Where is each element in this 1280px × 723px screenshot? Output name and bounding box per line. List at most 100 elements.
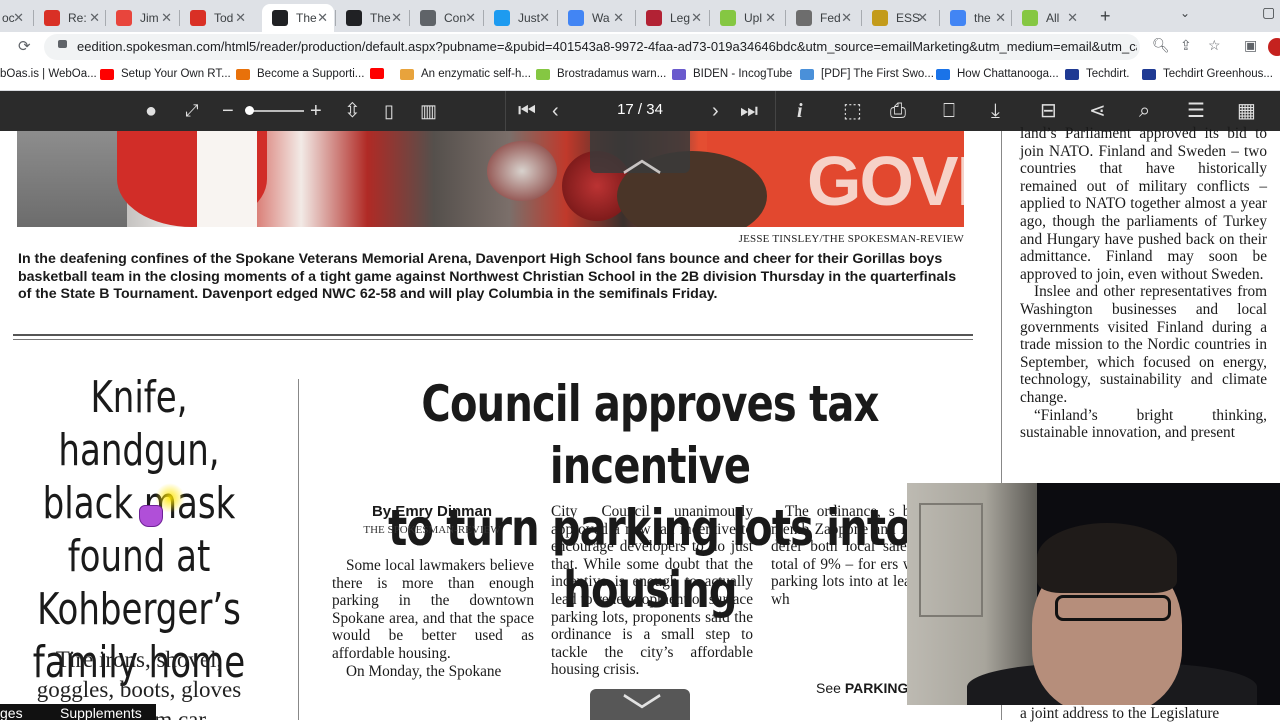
browser-tab[interactable]: Fed ✕ [786,4,858,32]
info-icon[interactable]: i [797,99,803,123]
close-tab-icon[interactable]: ✕ [691,10,702,26]
flag-icon [646,10,662,26]
close-tab-icon[interactable]: ✕ [235,10,246,26]
list-icon[interactable]: ☰ [1187,99,1205,123]
browser-tab[interactable]: ESS ✕ [862,4,934,32]
bookmark-item[interactable]: bOas.is | WebOa... [0,68,97,80]
browser-tab[interactable]: Tod ✕ [180,4,252,32]
close-tab-icon[interactable]: ✕ [161,10,172,26]
tab-separator [105,10,106,26]
bookmark-item[interactable]: BIDEN - IncogTube [672,68,792,80]
browser-tab[interactable]: Re: ✕ [34,4,106,32]
download-icon[interactable]: ⤓ [991,99,1000,123]
window-restore-icon[interactable]: ▢ [1262,4,1275,21]
zoom-out-icon[interactable]: − [222,99,234,123]
share-icon[interactable]: ⋖ [1089,99,1106,123]
section-tab-pages[interactable]: ges [0,704,23,722]
zoom-icon[interactable]: 🔍︎ [1152,37,1170,54]
browser-tab[interactable]: Con ✕ [410,4,482,32]
photo-cheerleader [197,131,257,227]
bookmark-favicon [1065,68,1079,80]
bookmark-item[interactable]: Become a Supporti... [236,68,364,80]
browser-tab[interactable]: The ✕ [262,4,334,32]
close-tab-icon[interactable]: ✕ [613,10,624,26]
browser-tab[interactable]: All ✕ [1012,4,1084,32]
tab-separator [483,10,484,26]
bookmark-item[interactable]: [PDF] The First Swo... [800,68,934,80]
globe-icon [420,10,436,26]
archive-icon[interactable]: ⊟ [1040,99,1057,123]
section-tab-supplements[interactable]: Supplements [60,704,142,722]
close-tab-icon[interactable]: ✕ [765,10,776,26]
close-tab-icon[interactable]: ✕ [539,10,550,26]
clip-icon[interactable]: ⬚ [843,99,862,123]
next-page-icon[interactable]: › [712,99,719,123]
close-tab-icon[interactable]: ✕ [391,10,402,26]
close-tab-icon[interactable]: ✕ [841,10,852,26]
scroll-down-button[interactable]: ﹀ [590,689,690,720]
user-icon[interactable]: ● [145,99,157,123]
fit-page-icon[interactable]: ⇳ [344,99,361,123]
zoom-in-icon[interactable]: + [310,99,322,123]
zoom-slider-knob[interactable] [245,106,254,115]
bookmark-icon[interactable]: ⎕ [943,99,955,123]
close-tab-icon[interactable]: ✕ [1067,10,1078,26]
lock-icon[interactable] [58,40,67,48]
grid-icon[interactable]: ▦ [1237,99,1256,123]
rumble-icon [1022,10,1038,26]
star-icon[interactable]: ☆ [1208,37,1221,54]
zoom-slider-track[interactable] [248,110,304,112]
double-page-icon[interactable]: ▥ [420,99,437,123]
sidepanel-icon[interactable]: ▣ [1244,37,1257,54]
browser-tab[interactable]: Jim ✕ [106,4,178,32]
paragraph: On Monday, the Spokane [346,662,502,680]
fed-icon [796,10,812,26]
headline-line: black mask [42,478,236,529]
bookmark-item[interactable]: Techdirt Greenhous... [1142,68,1273,80]
tab-separator [861,10,862,26]
close-tab-icon[interactable]: ✕ [995,10,1006,26]
profile-avatar[interactable] [1268,38,1280,56]
close-tab-icon[interactable]: ✕ [917,10,928,26]
bookmark-item[interactable]: Setup Your Own RT... [100,68,231,80]
browser-tab[interactable]: Upl ✕ [710,4,782,32]
address-bar[interactable]: eedition.spokesman.com/html5/reader/prod… [44,34,1140,60]
close-tab-icon[interactable]: ✕ [13,10,24,26]
scroll-up-button[interactable]: ︿ [590,131,690,180]
bookmark-item[interactable]: Brostradamus warn... [536,68,666,80]
first-page-icon[interactable]: ⏮ [518,99,536,123]
toolbar-divider [775,91,776,131]
browser-tab[interactable]: Wa ✕ [558,4,630,32]
tab-search-icon[interactable]: ⌄ [1180,6,1190,20]
close-tab-icon[interactable]: ✕ [317,10,328,26]
url-text[interactable]: eedition.spokesman.com/html5/reader/prod… [77,39,1137,54]
single-page-icon[interactable]: ▯ [384,99,394,123]
browser-tab[interactable]: Leg ✕ [636,4,708,32]
newspaper-page[interactable]: GOVE ︿ JESSE TINSLEY/THE SPOKESMAN-REVIE… [0,131,1000,720]
fullscreen-icon[interactable]: ⤢ [185,99,199,123]
hand-cursor-icon [139,505,163,527]
browser-tab[interactable]: The ✕ [336,4,408,32]
search-icon[interactable]: ⌕ [1139,99,1150,123]
browser-tab[interactable]: Just ✕ [484,4,556,32]
prev-page-icon[interactable]: ‹ [552,99,559,123]
bookmark-item[interactable]: An enzymatic self-h... [400,68,531,80]
bookmark-item[interactable]: How Chattanooga... [936,68,1059,80]
bookmark-item[interactable]: Techdirt. [1065,68,1129,80]
page-counter[interactable]: 17 / 34 [600,101,680,118]
print-icon[interactable]: ⎙ [890,99,906,123]
last-page-icon[interactable]: ⏭ [740,99,758,123]
close-tab-icon[interactable]: ✕ [465,10,476,26]
browser-tab[interactable]: oc ✕ [0,4,30,32]
share-icon[interactable]: ⇪ [1180,37,1192,54]
story-column-1[interactable]: Some local lawmakers believe there is mo… [332,557,534,680]
story-column-2[interactable]: City Council unanimously approved a new … [551,503,753,679]
close-tab-icon[interactable]: ✕ [89,10,100,26]
reload-icon[interactable]: ⟳ [18,37,31,55]
bookmark-item[interactable] [370,68,391,79]
jump-reference[interactable]: See PARKING [816,680,908,696]
new-tab-icon[interactable]: + [1100,6,1111,27]
left-story-headline[interactable]: Knife, handgun, black mask found at Kohberg… [32,371,247,689]
browser-tab[interactable]: the ✕ [940,4,1012,32]
paragraph: Inslee and other representatives from Wa… [1020,283,1267,406]
